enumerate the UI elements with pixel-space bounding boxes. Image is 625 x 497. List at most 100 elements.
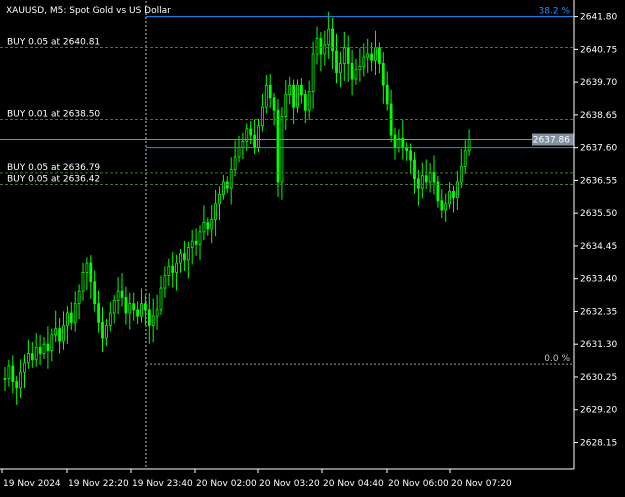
candle	[350, 49, 354, 96]
candle	[260, 93, 264, 132]
candle-body	[292, 84, 296, 108]
candle	[155, 294, 159, 330]
candle	[280, 107, 284, 200]
candle-body	[218, 194, 221, 205]
candle-body	[413, 159, 416, 180]
candle-body	[307, 91, 311, 111]
candle	[132, 292, 136, 321]
candle	[50, 328, 54, 362]
candle-body	[327, 28, 331, 46]
candle	[327, 11, 331, 59]
candle	[362, 43, 366, 77]
candle-body	[171, 265, 175, 273]
candle	[85, 257, 89, 291]
time-tick-label: 20 Nov 04:40	[323, 479, 384, 489]
candle-body	[206, 222, 210, 230]
candle	[116, 276, 120, 315]
fib-level-label: 0.0 %	[544, 354, 570, 364]
candle-body	[194, 240, 198, 245]
candle-body	[241, 140, 245, 149]
candle-body	[198, 231, 202, 245]
candle	[253, 119, 257, 155]
candle-body	[424, 175, 428, 183]
candle-body	[393, 134, 397, 149]
candle	[143, 295, 147, 326]
time-tick-label: 19 Nov 2024	[3, 479, 61, 489]
candle	[38, 334, 42, 366]
candle-body	[268, 84, 272, 99]
candle	[381, 52, 385, 104]
time-tick-label: 20 Nov 03:20	[259, 479, 320, 489]
candle-body	[58, 328, 61, 342]
candle	[159, 275, 163, 315]
candle	[323, 30, 327, 66]
candle-body	[428, 172, 432, 183]
candle	[93, 270, 97, 312]
price-chart[interactable]: BUY 0.05 at 2640.81 BUY 0.01 at 2638.50 BU…	[0, 0, 625, 493]
candle-body	[159, 287, 163, 311]
candle	[182, 240, 186, 271]
candle-body	[448, 190, 452, 205]
candle	[140, 288, 143, 323]
candle-body	[233, 156, 237, 170]
fib-level-label: 38.2 %	[539, 7, 571, 17]
price-tick-label: 2630.25	[580, 373, 617, 383]
candle	[171, 251, 175, 288]
candle-body	[69, 312, 73, 323]
price-tick-label: 2628.15	[580, 438, 617, 448]
candle	[389, 89, 393, 143]
candle-body	[34, 346, 38, 361]
order-label: BUY 0.05 at 2636.79	[7, 163, 100, 173]
candle	[463, 140, 467, 175]
chart-window[interactable]: BUY 0.05 at 2640.81 BUY 0.01 at 2638.50 BU…	[0, 0, 625, 493]
candle	[459, 149, 463, 189]
candle	[436, 176, 440, 208]
candle	[175, 254, 179, 291]
price-tick-label: 2633.40	[580, 275, 617, 285]
candle-body	[350, 63, 354, 80]
candle	[194, 228, 198, 256]
candle	[455, 170, 459, 211]
candle	[198, 225, 202, 261]
candle-body	[249, 128, 253, 136]
candle-body	[132, 303, 136, 311]
candle	[218, 186, 221, 221]
candle-body	[385, 84, 389, 105]
candle-body	[7, 365, 11, 379]
candle	[54, 310, 58, 343]
candle	[292, 79, 296, 125]
candle	[467, 129, 471, 156]
candle	[241, 132, 245, 160]
candle-body	[288, 84, 292, 95]
candle-body	[3, 378, 7, 380]
candle-body	[229, 169, 233, 189]
candle	[105, 318, 108, 346]
candle-body	[338, 63, 342, 74]
price-tick-label: 2636.55	[580, 176, 617, 186]
candle	[416, 169, 420, 206]
candle	[73, 291, 77, 332]
candle-body	[202, 222, 206, 233]
candle-body	[311, 53, 315, 92]
candle-body	[432, 172, 436, 183]
candle-body	[377, 47, 381, 64]
candle-body	[163, 275, 167, 289]
candle	[393, 127, 397, 160]
candle-body	[280, 116, 284, 183]
candle	[23, 354, 26, 388]
candle	[354, 58, 358, 85]
candle	[307, 80, 311, 121]
candle-body	[81, 272, 85, 292]
candle-body	[136, 309, 140, 317]
candle-body	[362, 56, 366, 67]
candle	[428, 163, 432, 193]
candle-body	[315, 38, 319, 55]
candle-body	[323, 44, 327, 55]
candle-body	[182, 253, 186, 261]
candle-body	[440, 200, 444, 211]
price-tick-label: 2631.30	[580, 340, 617, 350]
candle	[147, 293, 151, 344]
candle	[331, 17, 335, 70]
price-tick-label: 2632.35	[580, 307, 617, 317]
candle-body	[299, 84, 303, 95]
